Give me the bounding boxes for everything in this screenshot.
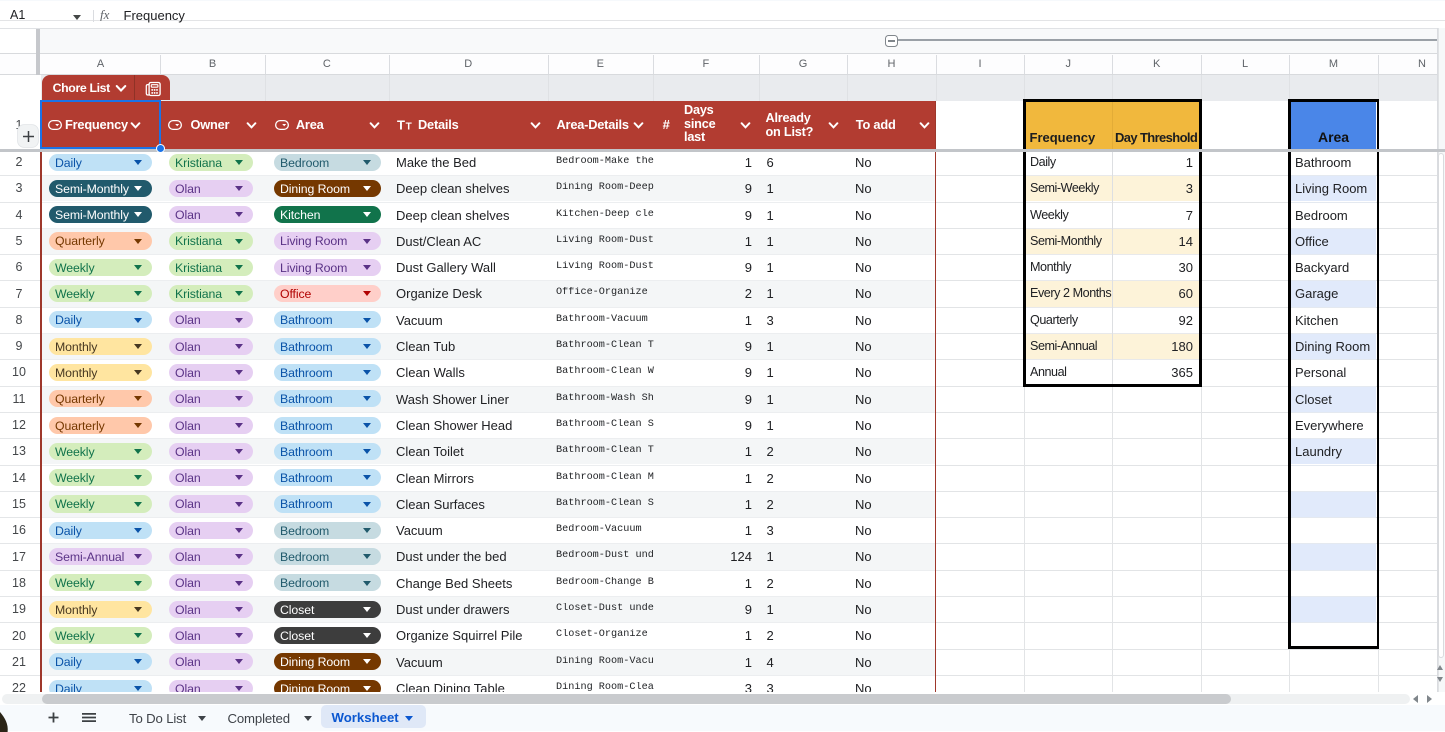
svg-text:T: T [405, 121, 411, 132]
svg-text:T: T [397, 118, 405, 132]
svg-text:fx: fx [100, 8, 110, 21]
